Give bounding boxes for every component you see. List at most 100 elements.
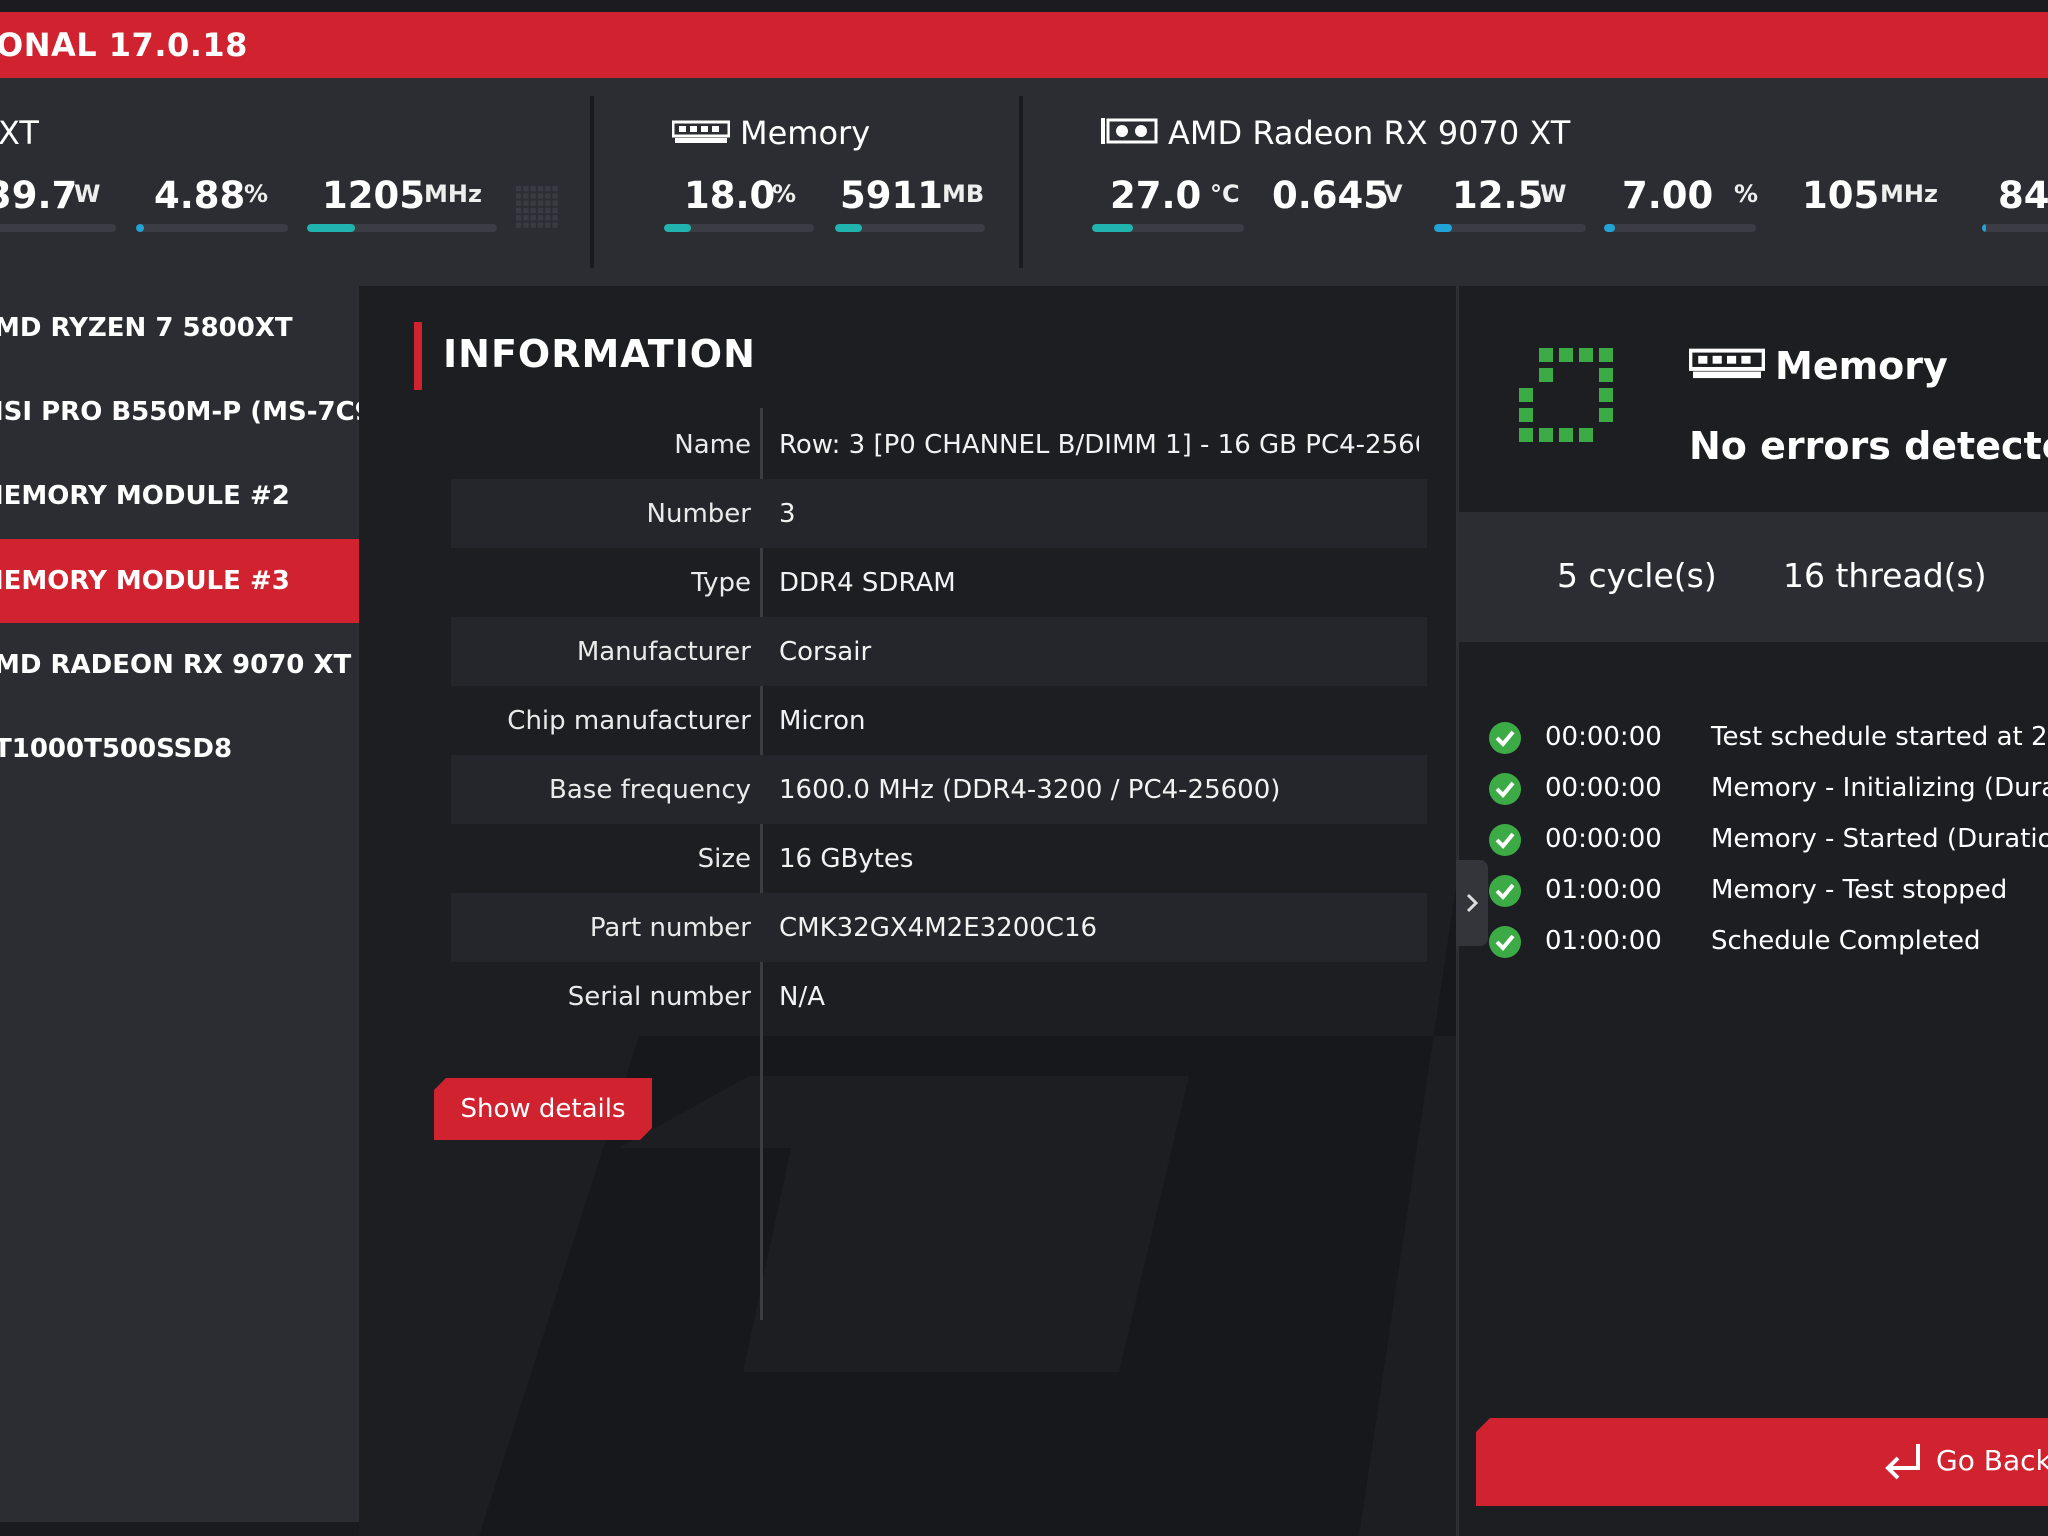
info-row-manufacturer: Manufacturer Corsair xyxy=(451,617,1427,686)
metric-bar xyxy=(136,224,288,232)
gpu-group-title: AMD Radeon RX 9070 XT xyxy=(1100,114,1570,154)
cpu-group-title: XT xyxy=(0,114,39,152)
check-circle-icon xyxy=(1489,875,1521,907)
info-label: Name xyxy=(674,430,751,460)
metric-bar-fill xyxy=(835,224,862,232)
metric-bar xyxy=(307,224,497,232)
sidebar-item-label: IEMORY MODULE #3 xyxy=(0,566,290,596)
metric-value: 12.5 xyxy=(1452,174,1544,217)
info-label: Size xyxy=(697,844,751,874)
log-message: Test schedule started at 2026-0 xyxy=(1711,722,2048,752)
memory-icon xyxy=(671,116,731,154)
sidebar-item-gpu[interactable]: MD RADEON RX 9070 XT xyxy=(0,623,359,707)
memory-group-title: Memory xyxy=(671,114,870,154)
metric-value: 4.88 xyxy=(154,174,246,217)
metric-value: 84 xyxy=(1998,174,2048,217)
app-title: ONAL 17.0.18 xyxy=(0,26,248,64)
metrics-separator xyxy=(1019,96,1023,268)
metric-value: 39.7 xyxy=(0,174,78,217)
metric-bar xyxy=(835,224,985,232)
metric-value: 7.00 xyxy=(1622,174,1714,217)
memory-test-status-icon xyxy=(1519,348,1613,442)
section-title: INFORMATION xyxy=(443,332,756,376)
sidebar-item-cpu[interactable]: MD RYZEN 7 5800XT xyxy=(0,286,359,370)
info-row-type: Type DDR4 SDRAM xyxy=(451,548,1427,617)
info-value: N/A xyxy=(779,982,825,1012)
sidebar-item-label: ISI PRO B550M-P (MS-7C95) xyxy=(0,397,403,427)
info-value: CMK32GX4M2E3200C16 xyxy=(779,913,1098,943)
metric-bar-fill xyxy=(307,224,355,232)
chevron-right-icon xyxy=(1466,893,1479,913)
metric-bar xyxy=(664,224,814,232)
info-label: Base frequency xyxy=(549,775,751,805)
sidebar-item-label: MD RADEON RX 9070 XT xyxy=(0,650,352,680)
log-entry: 00:00:00 Memory - Started (Duration : 01 xyxy=(1489,818,2048,869)
test-result-panel: Memory No errors detected 5 cycle(s) 16 … xyxy=(1456,286,2048,1536)
metric-bar-fill xyxy=(1434,224,1453,232)
log-message: Memory - Initializing (Duration : xyxy=(1711,773,2048,803)
sidebar-item-label: IEMORY MODULE #2 xyxy=(0,481,290,511)
test-log: 00:00:00Test schedule started at 2026-0 … xyxy=(1489,716,2048,971)
result-title-label: Memory xyxy=(1775,344,1948,388)
metric-value: 5911 xyxy=(840,174,943,217)
section-accent-bar xyxy=(414,322,422,390)
metric-unit: W xyxy=(74,180,101,208)
metric-bar-fill xyxy=(1092,224,1134,232)
metric-bar-fill xyxy=(664,224,691,232)
window-top-strip xyxy=(0,0,2048,12)
sidebar-item-label: T1000T500SSD8 xyxy=(0,734,233,764)
log-time: 01:00:00 xyxy=(1545,926,1662,956)
metric-value: 105 xyxy=(1802,174,1880,217)
panel-toggle-button[interactable] xyxy=(1456,860,1488,946)
result-title: Memory xyxy=(1688,344,1948,391)
metric-unit: MB xyxy=(942,180,985,208)
info-value: 3 xyxy=(779,499,796,529)
info-label: Number xyxy=(646,499,751,529)
go-back-button[interactable]: Go Back xyxy=(1476,1418,2048,1506)
check-circle-icon xyxy=(1489,824,1521,856)
result-status: No errors detected xyxy=(1689,424,2048,468)
go-back-label: Go Back xyxy=(1936,1444,2048,1477)
return-arrow-icon xyxy=(1885,1444,1920,1480)
cpu-cores-grid-icon xyxy=(514,184,558,228)
metric-bar-fill xyxy=(1604,224,1615,232)
info-label: Serial number xyxy=(567,982,751,1012)
sidebar-item-label: MD RYZEN 7 5800XT xyxy=(0,313,293,343)
sidebar-item-memory-module-2[interactable]: IEMORY MODULE #2 xyxy=(0,454,359,538)
metric-unit: °C xyxy=(1210,180,1240,208)
log-message: Memory - Started (Duration : 01 xyxy=(1711,824,2048,854)
log-message: Memory - Test stopped xyxy=(1711,875,2008,905)
metric-unit: MHz xyxy=(1880,180,1938,208)
info-table: Name Row: 3 [P0 CHANNEL B/DIMM 1] - 16 GB… xyxy=(451,410,1427,1031)
info-row-size: Size 16 GBytes xyxy=(451,824,1427,893)
metrics-separator xyxy=(590,96,594,268)
log-entry: 00:00:00 Memory - Initializing (Duration … xyxy=(1489,767,2048,818)
sidebar-item-motherboard[interactable]: ISI PRO B550M-P (MS-7C95) xyxy=(0,370,403,454)
memory-icon xyxy=(1688,347,1766,391)
log-entry: 01:00:00 Schedule Completed xyxy=(1489,920,2048,971)
metric-bar xyxy=(1604,224,1756,232)
info-row-name: Name Row: 3 [P0 CHANNEL B/DIMM 1] - 16 GB… xyxy=(451,410,1427,479)
info-label: Chip manufacturer xyxy=(507,706,751,736)
show-details-button[interactable]: Show details xyxy=(434,1078,652,1140)
log-time: 00:00:00 xyxy=(1545,773,1662,803)
metric-value: 1205 xyxy=(322,174,425,217)
log-entry: 00:00:00 Test schedule started at 2026-0 xyxy=(1489,716,2048,767)
info-row-base-frequency: Base frequency 1600.0 MHz (DDR4-3200 / PC… xyxy=(451,755,1427,824)
info-row-chip-manufacturer: Chip manufacturer Micron xyxy=(451,686,1427,755)
metric-bar xyxy=(1982,224,2048,232)
info-value: Row: 3 [P0 CHANNEL B/DIMM 1] - 16 GB PC4… xyxy=(779,430,1419,460)
sidebar-item-ssd[interactable]: T1000T500SSD8 xyxy=(0,707,359,791)
log-message: Schedule Completed xyxy=(1711,926,1981,956)
sidebar-item-memory-module-3[interactable]: IEMORY MODULE #3 xyxy=(0,539,359,623)
log-time: 00:00:00 xyxy=(1545,722,1662,752)
information-panel: INFORMATION Name Row: 3 [P0 CHANNEL B/DIM… xyxy=(359,286,1456,1536)
log-time: 00:00:00 xyxy=(1545,824,1662,854)
metric-value: 18.0 xyxy=(684,174,776,217)
info-row-part-number: Part number CMK32GX4M2E3200C16 xyxy=(451,893,1427,962)
metric-bar-fill xyxy=(1982,224,1986,232)
info-label: Manufacturer xyxy=(576,637,751,667)
info-label: Type xyxy=(691,568,751,598)
device-sidebar: MD RYZEN 7 5800XT ISI PRO B550M-P (MS-7C… xyxy=(0,286,403,1522)
gpu-group-label: AMD Radeon RX 9070 XT xyxy=(1168,114,1571,152)
